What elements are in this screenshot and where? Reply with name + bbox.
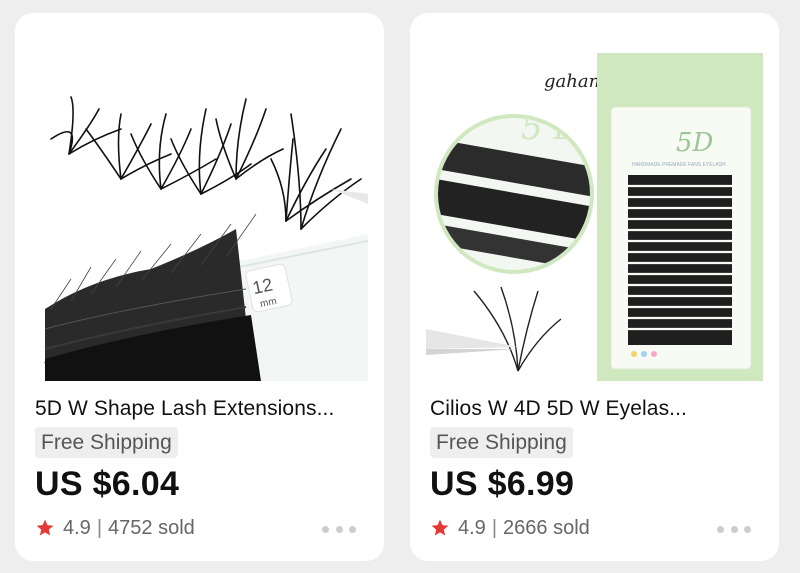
- star-icon: [431, 519, 449, 536]
- sold-count: 2666 sold: [503, 516, 590, 539]
- sold-count: 4752 sold: [108, 516, 195, 539]
- lash-rows: [628, 175, 732, 345]
- dot-icon: [717, 525, 724, 533]
- svg-text:HANDMADE PREMADE FANS EYELASH: HANDMADE PREMADE FANS EYELASH: [632, 162, 726, 168]
- product-title[interactable]: Cilios W 4D 5D W Eyelas...: [430, 397, 765, 421]
- lash-fan-2: [85, 113, 172, 180]
- zoom-circle: 5 D: [434, 114, 594, 274]
- lash-fan-7: [290, 113, 362, 230]
- dot-icon: [322, 525, 329, 533]
- lash-fan-1: [50, 96, 122, 155]
- product-card[interactable]: 12 mm 5D W Shape Lash Extensions... Free…: [15, 13, 384, 561]
- rating-row: 4.9 | 2666 sold: [430, 515, 590, 541]
- more-options-button[interactable]: [717, 521, 751, 537]
- product-card[interactable]: gahamaca 5D HANDMADE PREMADE FANS EYELAS…: [410, 13, 779, 561]
- package-label: 5D: [676, 128, 714, 158]
- dot-icon: [335, 525, 343, 533]
- lash-packaging-illustration: gahamaca 5D HANDMADE PREMADE FANS EYELAS…: [426, 53, 763, 381]
- lash-fan-4: [170, 108, 252, 195]
- product-image[interactable]: gahamaca 5D HANDMADE PREMADE FANS EYELAS…: [426, 29, 763, 381]
- lash-fan-6: [270, 138, 352, 222]
- rating-value: 4.9: [458, 516, 486, 539]
- rating-value: 4.9: [63, 516, 91, 539]
- free-shipping-badge: Free Shipping: [35, 427, 178, 458]
- dot-icon: [744, 525, 751, 533]
- product-price: US $6.04: [35, 465, 180, 503]
- lash-fan: [473, 286, 562, 372]
- more-options-button[interactable]: [322, 521, 356, 537]
- dot-icon: [730, 525, 738, 533]
- dot-icon: [349, 525, 356, 533]
- star-icon: [36, 519, 54, 536]
- free-shipping-badge: Free Shipping: [430, 427, 573, 458]
- divider: |: [491, 516, 498, 539]
- divider: |: [96, 516, 103, 539]
- product-price: US $6.99: [430, 465, 575, 503]
- product-image[interactable]: 12 mm: [31, 29, 368, 381]
- svg-text:12: 12: [251, 274, 275, 298]
- lash-strip: [44, 213, 261, 381]
- product-title[interactable]: 5D W Shape Lash Extensions...: [35, 397, 370, 421]
- lash-product-illustration: 12 mm: [44, 96, 368, 381]
- rating-row: 4.9 | 4752 sold: [35, 515, 195, 541]
